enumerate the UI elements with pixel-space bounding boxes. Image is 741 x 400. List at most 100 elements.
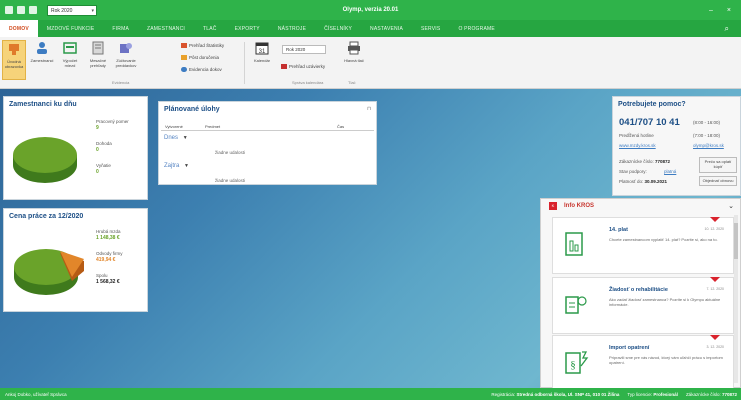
calendar-icon: 31 [254, 40, 270, 56]
group-today[interactable]: Dnes ▼ [164, 135, 188, 141]
lock-icon [281, 64, 287, 69]
new-marker-icon [710, 277, 720, 282]
labor-item-total: Spolu 1 568,32 € [96, 273, 120, 285]
info-scrollbar-thumb[interactable] [734, 223, 738, 259]
tab-zamestnanci[interactable]: ZAMESTNANCI [138, 20, 194, 37]
monthly-reports-button[interactable]: Mesačné prehľady [86, 40, 110, 80]
closing-link[interactable]: Prehľad uzávierky [281, 64, 325, 69]
employees-item-agreement: Dohoda 0 [96, 141, 112, 153]
info-scrollbar[interactable] [734, 215, 738, 383]
employees-panel-title: Zamestnanci ku dňu [9, 101, 77, 108]
svg-text:§: § [570, 359, 576, 371]
group-tomorrow-label: Zajtra [164, 163, 180, 169]
employees-item-value: 0 [96, 169, 99, 175]
column-subject[interactable]: Predmet [205, 124, 220, 129]
labor-item-levies: Odvody firmy 419,94 € [96, 251, 123, 263]
minimize-button[interactable]: – [709, 7, 713, 14]
home-button[interactable]: Úvodná obrazovka [2, 40, 26, 80]
statistics-link[interactable]: Prehľad Štatistiky [181, 43, 224, 48]
license-info-button[interactable]: Prečo sa oplatí kúpiť [699, 157, 737, 173]
group-label-domov: Evidencia [112, 80, 130, 85]
chevron-down-icon: ▾ [91, 7, 94, 14]
tasks-grid-header: Vytvorené Predmet Čas [161, 121, 374, 131]
tab-servis[interactable]: SERVIS [412, 20, 449, 37]
status-registration-label: Registrácia: [491, 391, 516, 397]
save-icon[interactable] [5, 6, 13, 14]
close-button[interactable]: × [727, 7, 731, 14]
tab-mzdove-funkcie[interactable]: MZDOVÉ FUNKCIE [38, 20, 104, 37]
news-card[interactable]: 14. plat 10. 12. 2020 Chcete zamestnanco… [552, 217, 734, 274]
order-renewal-button[interactable]: Objednať obnovu [699, 176, 737, 186]
status-license-type-label: Typ licencie: [627, 391, 653, 397]
contract-value: 770872 [655, 159, 671, 164]
status-customer: Zákaznícke číslo: 770872 [686, 392, 737, 397]
group-label-calendar: Správa kalendára [292, 80, 324, 85]
status-registration: Registrácia: Stredná odborná škola, Ul. … [491, 392, 619, 397]
employees-item-exempt: Vyňatie 0 [96, 163, 111, 175]
labor-item-value: 1 568,32 € [96, 279, 120, 285]
labor-cost-pie-chart [14, 249, 84, 295]
pin-icon[interactable]: ⊓ [367, 106, 371, 112]
tab-tlac[interactable]: TLAČ [194, 20, 226, 37]
labor-cost-panel-title: Cena práce za 12/2020 [9, 213, 84, 220]
payroll-icon [62, 40, 78, 56]
service-link[interactable]: platná [664, 169, 676, 174]
web-link[interactable]: www.mzdy.kros.sk [619, 143, 656, 148]
statistics-icon [181, 43, 187, 48]
news-card[interactable]: Žiadosť o rehabilitácie 7. 12. 2020 Ako … [552, 277, 734, 334]
group-label-print: Tlač [348, 80, 356, 85]
status-registration-value: Stredná odborná škola, Ul. SNP 41, 010 0… [516, 391, 620, 397]
tab-firma[interactable]: FIRMA [103, 20, 138, 37]
info-kros-panel: K Info KROS ⌄ 14. plat 10. 12. 2020 Chce… [540, 198, 741, 392]
contract-label: Zákaznícke číslo: [619, 159, 654, 164]
payroll-button[interactable]: Výpočet miezd [58, 40, 82, 80]
window-icon[interactable] [29, 6, 37, 14]
delivery-icon [181, 55, 187, 60]
email-link[interactable]: olymp@kros.sk [693, 143, 724, 148]
calendar-year-select[interactable]: Rok 2020 [282, 45, 326, 54]
employees-item-value: 0 [96, 147, 99, 153]
user-icon[interactable] [17, 6, 25, 14]
tab-ciselniky[interactable]: ČÍSELNÍKY [315, 20, 361, 37]
settlement-button[interactable]: Zúčtovanie preddavkov [114, 40, 138, 80]
tab-nastavenia[interactable]: NASTAVENIA [361, 20, 412, 37]
tab-o-programe[interactable]: O PROGRAME [449, 20, 503, 37]
ribbon: Úvodná obrazovka Zamestnanci Výpočet mie… [0, 37, 741, 89]
contract-row: Zákaznícke číslo: 770872 [619, 159, 670, 164]
column-time[interactable]: Čas [337, 124, 344, 129]
calendar-button[interactable]: 31 Kalendár [250, 40, 274, 80]
tab-domov[interactable]: DOMOV [0, 20, 38, 37]
labor-cost-panel: Cena práce za 12/2020 Hrubá mzda 1 148,3… [3, 208, 148, 312]
doc-icon [565, 232, 583, 256]
employees-item-permanent: Pracovný pomer 9 [96, 119, 129, 131]
ribbon-separator [244, 42, 245, 84]
delivery-link[interactable]: Pôst doručenia [181, 55, 219, 60]
closing-label: Prehľad uzávierky [289, 64, 326, 69]
valid-value: 30.09.2021 [644, 179, 667, 184]
tab-nastroje[interactable]: NÁSTROJE [269, 20, 315, 37]
info-kros-header: K Info KROS ⌄ [541, 199, 740, 213]
print-button[interactable]: Hlavná tlač [342, 40, 366, 80]
tab-exporty[interactable]: EXPORTY [226, 20, 269, 37]
search-icon[interactable]: ⌕ [725, 24, 729, 34]
employees-button[interactable]: Zamestnanci [30, 40, 54, 80]
news-card-date: 7. 12. 2020 [706, 287, 724, 291]
bulb-icon [565, 296, 587, 314]
planned-tasks-title: Plánované úlohy [164, 106, 220, 113]
news-card-title: 14. plat [609, 227, 628, 233]
news-card[interactable]: § Import opatrení 3. 12. 2020 Pripravili… [552, 335, 734, 392]
planned-tasks-panel: Plánované úlohy ⊓ Vytvorené Predmet Čas … [158, 101, 377, 185]
records-link[interactable]: Evidencia dokov [181, 67, 222, 72]
news-card-body: Pripravili sme pre vás návod, ktorý vám … [609, 355, 723, 365]
status-license-type-value: Profesionál [653, 391, 678, 397]
employees-item-label: Pracovný pomer [96, 119, 129, 124]
column-created[interactable]: Vytvorené [165, 124, 183, 129]
chevron-down-icon[interactable]: ⌄ [728, 202, 734, 210]
service-row: Stav podpory: platná [619, 169, 676, 174]
group-tomorrow[interactable]: Zajtra ▼ [164, 163, 189, 169]
kros-logo-icon: K [549, 202, 557, 210]
period-select[interactable]: Rok 2020 ▾ [47, 4, 97, 16]
help-panel: Potrebujete pomoc? 041/707 10 41 (8:00 -… [612, 96, 741, 196]
hotline-phone: 041/707 10 41 [619, 117, 680, 128]
service-label: Stav podpory: [619, 169, 647, 174]
